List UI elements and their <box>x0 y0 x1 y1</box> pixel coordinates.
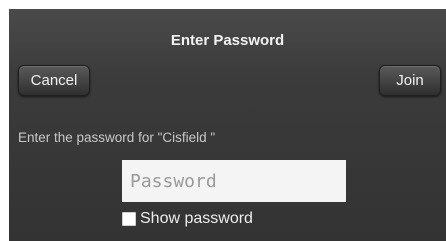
password-input[interactable] <box>122 160 346 202</box>
show-password-toggle[interactable]: Show password <box>122 210 253 228</box>
password-prompt-text: Enter the password for "Cisfield " <box>18 130 216 145</box>
cancel-button[interactable]: Cancel <box>18 65 90 96</box>
join-button[interactable]: Join <box>379 65 441 96</box>
password-dialog: Enter Password Cancel Join Enter the pas… <box>9 9 446 241</box>
dialog-title: Enter Password <box>170 32 285 49</box>
show-password-label[interactable]: Show password <box>140 210 253 228</box>
show-password-checkbox[interactable] <box>122 212 136 226</box>
